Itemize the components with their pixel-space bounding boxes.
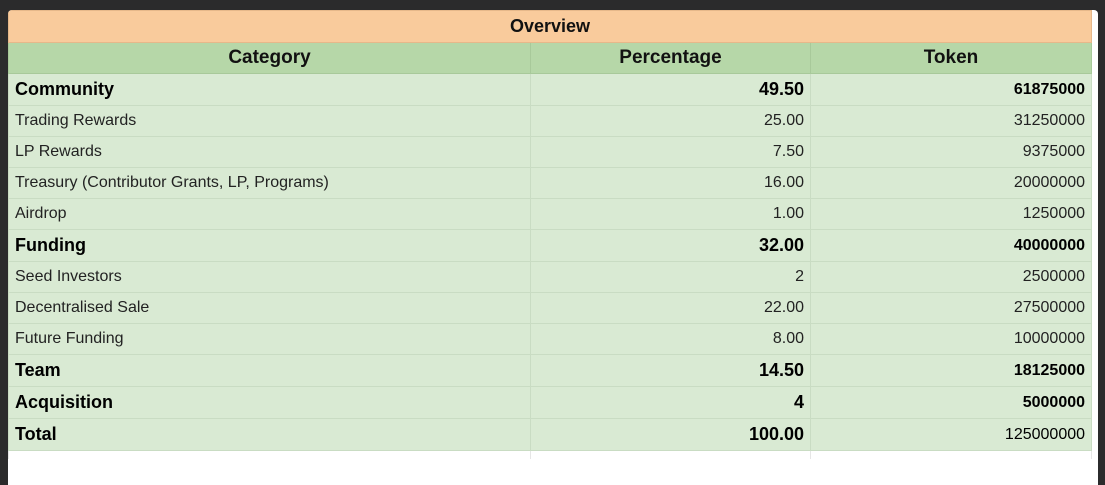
table-row: Seed Investors 2 2500000 — [8, 261, 1093, 293]
empty-row — [8, 450, 1093, 459]
cell-token[interactable]: 18125000 — [809, 354, 1093, 387]
header-row: Category Percentage Token — [8, 42, 1093, 74]
cell-category[interactable]: Treasury (Contributor Grants, LP, Progra… — [8, 167, 531, 199]
table-row: LP Rewards 7.50 9375000 — [8, 136, 1093, 168]
cell-category[interactable]: Trading Rewards — [8, 105, 531, 137]
cell-token[interactable]: 27500000 — [809, 292, 1093, 324]
overview-banner-row: Overview — [8, 10, 1093, 43]
cell-category[interactable]: Decentralised Sale — [8, 292, 531, 324]
cell-percentage[interactable]: 32.00 — [530, 229, 811, 262]
cell-category[interactable]: Community — [8, 73, 531, 106]
cell-token[interactable]: 125000000 — [809, 418, 1093, 451]
empty-cell[interactable] — [530, 450, 811, 459]
table-row: Decentralised Sale 22.00 27500000 — [8, 292, 1093, 324]
table-row: Funding 32.00 40000000 — [8, 229, 1093, 262]
spreadsheet-frame: Overview Category Percentage Token Commu… — [8, 10, 1098, 485]
table-row: Trading Rewards 25.00 31250000 — [8, 105, 1093, 137]
table-row: Treasury (Contributor Grants, LP, Progra… — [8, 167, 1093, 199]
cell-percentage[interactable]: 4 — [530, 386, 811, 419]
header-category[interactable]: Category — [8, 42, 531, 74]
cell-token[interactable]: 1250000 — [809, 198, 1093, 230]
cell-category[interactable]: Total — [8, 418, 531, 451]
table-row: Airdrop 1.00 1250000 — [8, 198, 1093, 230]
cell-category[interactable]: Future Funding — [8, 323, 531, 355]
table-row: Total 100.00 125000000 — [8, 418, 1093, 451]
cell-token[interactable]: 10000000 — [809, 323, 1093, 355]
empty-cell[interactable] — [809, 450, 1093, 459]
cell-percentage[interactable]: 16.00 — [530, 167, 811, 199]
table-row: Community 49.50 61875000 — [8, 73, 1093, 106]
header-percentage[interactable]: Percentage — [530, 42, 811, 74]
table-row: Team 14.50 18125000 — [8, 354, 1093, 387]
table-row: Future Funding 8.00 10000000 — [8, 323, 1093, 355]
cell-percentage[interactable]: 14.50 — [530, 354, 811, 387]
cell-percentage[interactable]: 100.00 — [530, 418, 811, 451]
cell-category[interactable]: Airdrop — [8, 198, 531, 230]
cell-category[interactable]: Funding — [8, 229, 531, 262]
cell-category[interactable]: Acquisition — [8, 386, 531, 419]
cell-percentage[interactable]: 25.00 — [530, 105, 811, 137]
header-token[interactable]: Token — [809, 42, 1093, 74]
cell-token[interactable]: 9375000 — [809, 136, 1093, 168]
cell-token[interactable]: 5000000 — [809, 386, 1093, 419]
cell-token[interactable]: 2500000 — [809, 261, 1093, 293]
cell-token[interactable]: 40000000 — [809, 229, 1093, 262]
cell-percentage[interactable]: 8.00 — [530, 323, 811, 355]
cell-category[interactable]: LP Rewards — [8, 136, 531, 168]
cell-category[interactable]: Team — [8, 354, 531, 387]
cell-token[interactable]: 61875000 — [809, 73, 1093, 106]
cell-token[interactable]: 20000000 — [809, 167, 1093, 199]
cell-token[interactable]: 31250000 — [809, 105, 1093, 137]
cell-category[interactable]: Seed Investors — [8, 261, 531, 293]
overview-table: Overview Category Percentage Token Commu… — [8, 10, 1093, 459]
cell-percentage[interactable]: 22.00 — [530, 292, 811, 324]
cell-percentage[interactable]: 2 — [530, 261, 811, 293]
overview-title[interactable]: Overview — [8, 10, 1093, 43]
cell-percentage[interactable]: 49.50 — [530, 73, 811, 106]
cell-percentage[interactable]: 1.00 — [530, 198, 811, 230]
empty-cell[interactable] — [8, 450, 531, 459]
cell-percentage[interactable]: 7.50 — [530, 136, 811, 168]
table-row: Acquisition 4 5000000 — [8, 386, 1093, 419]
